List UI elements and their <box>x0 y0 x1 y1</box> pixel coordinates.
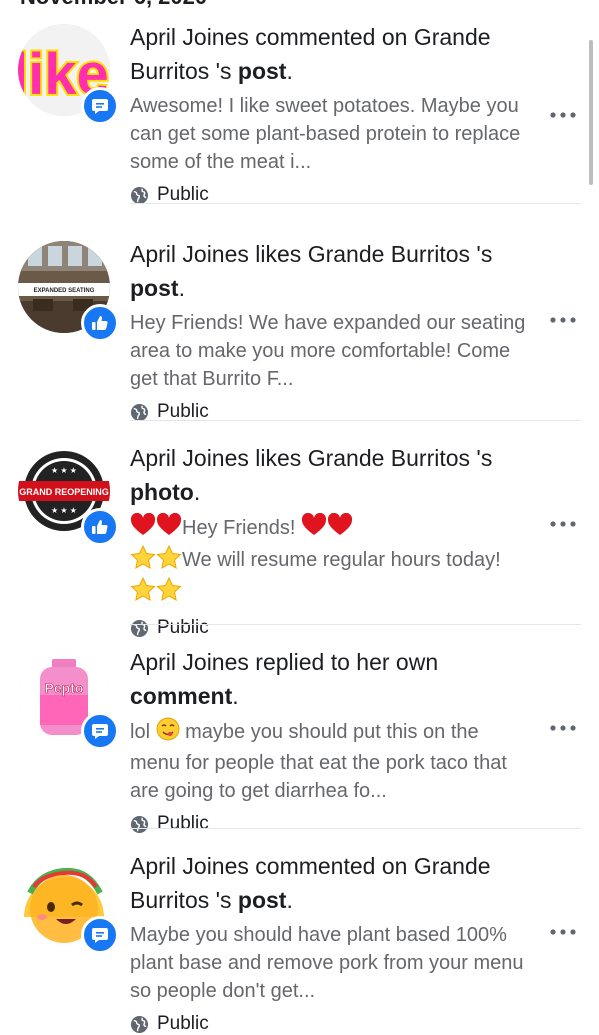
svg-text:★ ★ ★: ★ ★ ★ <box>51 466 77 475</box>
object-link[interactable]: post <box>238 887 287 913</box>
heart-emoji <box>327 512 353 545</box>
comment-icon <box>92 724 108 739</box>
actor-name[interactable]: April Joines <box>130 649 249 675</box>
more-options-button[interactable] <box>548 718 578 738</box>
snippet-prefix: lol <box>130 721 151 743</box>
object-link[interactable]: photo <box>130 479 194 505</box>
avatar[interactable]: like <box>18 24 119 125</box>
more-options-button[interactable] <box>548 514 578 534</box>
activity-headline: April Joines commented on Grande Burrito… <box>130 853 491 913</box>
comment-icon <box>92 928 108 943</box>
star-emoji <box>156 576 182 609</box>
thumbs-up-icon <box>92 316 108 331</box>
heart-emoji <box>156 512 182 545</box>
action-text: commented on <box>255 853 408 879</box>
snippet-line2: We will resume regular hours today! <box>182 549 501 571</box>
privacy-indicator: Public <box>130 1013 530 1035</box>
activity-item[interactable]: like April Joines commented on Grande Bu… <box>0 0 599 205</box>
activity-headline: April Joines replied to her own comment. <box>130 649 439 709</box>
globe-icon <box>130 186 149 204</box>
activity-snippet: Hey Friends! We have expanded our seatin… <box>130 312 526 390</box>
action-text: replied to her own <box>255 649 439 675</box>
yum-emoji <box>156 717 180 749</box>
more-options-button[interactable] <box>548 922 578 942</box>
avatar[interactable]: Pepto <box>18 649 119 750</box>
ellipsis-icon <box>550 725 576 731</box>
avatar-text: EXPANDED SEATING <box>34 288 95 294</box>
target-name[interactable]: Grande Burritos 's <box>308 445 493 471</box>
thumbs-up-icon <box>92 520 108 535</box>
comment-badge <box>81 712 119 750</box>
heart-emoji <box>130 512 156 545</box>
comment-badge <box>81 87 119 125</box>
avatar[interactable]: GRAND REOPENING ★ ★ ★ ★ ★ ★ <box>18 445 119 546</box>
avatar[interactable]: EXPANDED SEATING <box>18 241 119 342</box>
activity-snippet: Hey Friends! We will resume regular hour… <box>130 512 530 609</box>
activity-snippet: lol maybe you should put this on the men… <box>130 717 530 805</box>
activity-headline: April Joines commented on Grande Burrito… <box>130 24 491 84</box>
ellipsis-icon <box>550 112 576 118</box>
activity-item[interactable]: EXPANDED SEATING April Joines likes Gran… <box>0 217 599 422</box>
more-options-button[interactable] <box>548 310 578 330</box>
snippet-text: maybe you should put this on the menu fo… <box>130 721 507 802</box>
globe-icon <box>130 403 149 421</box>
svg-text:★ ★ ★: ★ ★ ★ <box>51 506 77 515</box>
ellipsis-icon <box>550 929 576 935</box>
heart-emoji <box>301 512 327 545</box>
like-badge <box>81 508 119 546</box>
globe-icon <box>130 1015 149 1033</box>
divider <box>130 203 581 204</box>
activity-snippet: Awesome! I like sweet potatoes. Maybe yo… <box>130 95 521 173</box>
more-options-button[interactable] <box>548 105 578 125</box>
avatar[interactable] <box>18 853 119 954</box>
snippet-line1: Hey Friends! <box>182 517 296 539</box>
ellipsis-icon <box>550 521 576 527</box>
star-emoji <box>156 544 182 577</box>
comment-badge <box>81 916 119 954</box>
object-link[interactable]: post <box>130 275 179 301</box>
activity-headline: April Joines likes Grande Burritos 's ph… <box>130 445 493 505</box>
actor-name[interactable]: April Joines <box>130 445 249 471</box>
activity-item[interactable]: Pepto April Joines replied to her own co… <box>0 625 599 834</box>
action-text: commented on <box>255 24 408 50</box>
activity-item[interactable]: April Joines commented on Grande Burrito… <box>0 829 599 1035</box>
actor-name[interactable]: April Joines <box>130 24 249 50</box>
activity-snippet: Maybe you should have plant based 100% p… <box>130 924 524 1002</box>
comment-icon <box>92 99 108 114</box>
action-text: likes <box>255 241 302 267</box>
avatar-text: Pepto <box>45 680 84 696</box>
object-link[interactable]: post <box>238 58 287 84</box>
target-name[interactable]: Grande Burritos 's <box>308 241 493 267</box>
star-emoji <box>130 576 156 609</box>
action-text: likes <box>255 445 302 471</box>
activity-headline: April Joines likes Grande Burritos 's po… <box>130 241 493 301</box>
ellipsis-icon <box>550 317 576 323</box>
like-badge <box>81 304 119 342</box>
activity-item[interactable]: GRAND REOPENING ★ ★ ★ ★ ★ ★ April Joines… <box>0 421 599 638</box>
actor-name[interactable]: April Joines <box>130 241 249 267</box>
object-link[interactable]: comment <box>130 683 232 709</box>
actor-name[interactable]: April Joines <box>130 853 249 879</box>
star-emoji <box>130 544 156 577</box>
avatar-text: GRAND REOPENING <box>19 487 109 497</box>
privacy-label: Public <box>157 1013 209 1034</box>
